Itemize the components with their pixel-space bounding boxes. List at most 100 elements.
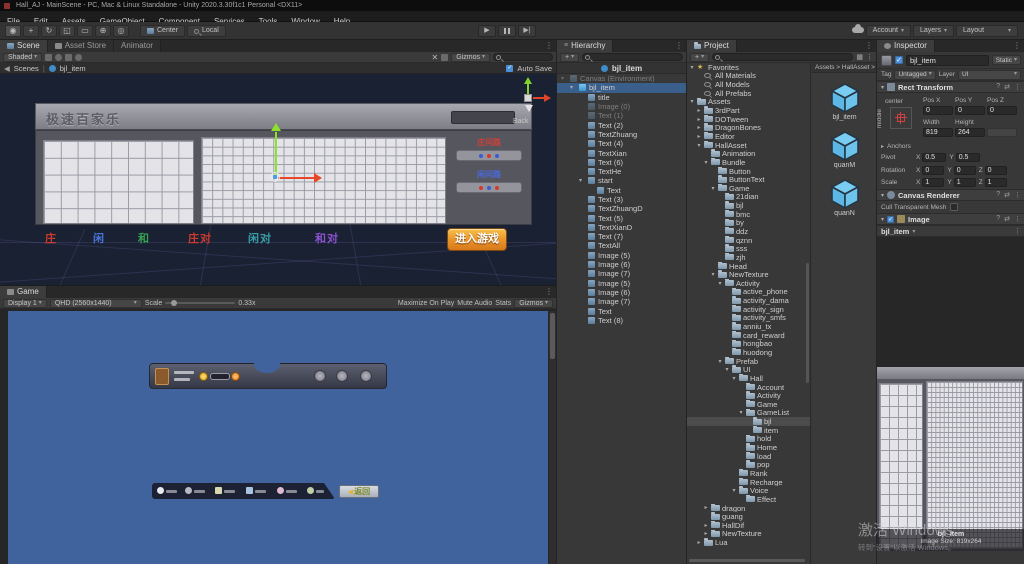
project-folder-bjl[interactable]: bjl	[687, 201, 810, 210]
hierarchy-item-image-7[interactable]: Image (7)	[557, 297, 686, 306]
scale-x-field[interactable]: 1	[922, 178, 944, 187]
game-viewport[interactable]: ◀返回	[0, 309, 556, 564]
help-icon[interactable]: ?	[996, 83, 1000, 91]
expand-arrow-icon[interactable]: ▸	[696, 107, 702, 114]
project-folder-active-phone[interactable]: active_phone	[687, 288, 810, 297]
gameobject-name-field[interactable]: bjl_item	[906, 55, 989, 66]
hierarchy-item-text[interactable]: Text	[557, 186, 686, 195]
bottom-icon-3[interactable]	[215, 487, 222, 494]
rect-transform-header[interactable]: ▾ Rect Transform ?⇄⋮	[877, 81, 1024, 93]
step-button[interactable]: ▶|	[518, 25, 536, 37]
move-tool-icon[interactable]: +	[23, 25, 39, 37]
back-chevron-icon[interactable]: ◀	[4, 64, 10, 73]
tab-project[interactable]: Project	[687, 40, 737, 52]
camera-icon[interactable]	[441, 54, 448, 61]
cull-transparent-checkbox[interactable]	[950, 203, 958, 211]
tab-scene[interactable]: Scene	[0, 40, 48, 52]
expand-arrow-icon[interactable]: ▾	[717, 358, 723, 365]
rotation-x-field[interactable]: 0	[922, 166, 944, 175]
project-folder-lua[interactable]: ▸Lua	[687, 538, 810, 547]
image-enabled-checkbox[interactable]: ✓	[887, 216, 894, 223]
rotation-z-field[interactable]: 0	[985, 166, 1007, 175]
hierarchy-item-image-6[interactable]: Image (6)	[557, 260, 686, 269]
project-folder-activity-smfs[interactable]: activity_smfs	[687, 314, 810, 323]
expand-arrow-icon[interactable]: ▾	[561, 75, 567, 82]
scale-slider-knob[interactable]	[171, 300, 177, 306]
expand-arrow-icon[interactable]: ▾	[579, 177, 585, 184]
anchors-foldout[interactable]: ▸ Anchors	[881, 143, 911, 150]
project-menu-icon[interactable]: ⋮	[865, 41, 873, 50]
expand-arrow-icon[interactable]: ▾	[724, 366, 730, 373]
presets-icon[interactable]: ⇄	[1004, 215, 1010, 223]
back-button[interactable]: ◀返回	[339, 485, 379, 498]
project-folder-activity[interactable]: Activity	[687, 391, 810, 400]
project-folder-buttontext[interactable]: ButtonText	[687, 175, 810, 184]
axis-gizmo-cube[interactable]	[524, 94, 532, 102]
project-folder-hall[interactable]: ▾Hall	[687, 374, 810, 383]
help-icon[interactable]: ?	[996, 191, 1000, 199]
hierarchy-item-text-6[interactable]: Text (6)	[557, 158, 686, 167]
isolation-icon[interactable]: ✕	[432, 53, 439, 62]
project-folder-bmc[interactable]: bmc	[687, 210, 810, 219]
pos-x-field[interactable]: 0	[923, 106, 953, 115]
project-folder-assets[interactable]: ▾Assets	[687, 98, 810, 107]
pos-z-field[interactable]: 0	[987, 106, 1017, 115]
hierarchy-item-text-5[interactable]: Text (5)	[557, 213, 686, 222]
project-folder-button[interactable]: Button	[687, 167, 810, 176]
expand-arrow-icon[interactable]: ▾	[703, 159, 709, 166]
bottom-icon-1[interactable]	[157, 487, 164, 494]
layers-dropdown[interactable]: Layers▾	[913, 25, 954, 37]
hierarchy-add-button[interactable]: +▾	[560, 53, 579, 62]
component-menu-icon[interactable]: ⋮	[1014, 215, 1021, 223]
breadcrumb-scenes[interactable]: Scenes	[14, 64, 39, 73]
project-folder-game[interactable]: ▾Game	[687, 184, 810, 193]
scene-menu-icon[interactable]: ⋮	[545, 41, 553, 50]
component-menu-icon[interactable]: ⋮	[1014, 191, 1021, 199]
project-folder-voice[interactable]: ▾Voice	[687, 486, 810, 495]
pivot-y-field[interactable]: 0.5	[956, 153, 980, 162]
add-coins-button[interactable]	[231, 372, 240, 381]
expand-arrow-icon[interactable]: ▾	[689, 98, 695, 105]
hierarchy-item-bjl-item[interactable]: ▾bjl_item	[557, 83, 686, 92]
hierarchy-item-title[interactable]: title	[557, 93, 686, 102]
project-folder-bjl[interactable]: bjl	[687, 417, 810, 426]
presets-icon[interactable]: ⇄	[1004, 83, 1010, 91]
project-folder-home[interactable]: Home	[687, 443, 810, 452]
project-folder-effect[interactable]: Effect	[687, 495, 810, 504]
hierarchy-item-text-2[interactable]: Text (2)	[557, 120, 686, 129]
pos-y-field[interactable]: 0	[955, 106, 985, 115]
tab-asset-store[interactable]: Asset Store	[48, 40, 114, 52]
project-folder-gamelist[interactable]: ▾GameList	[687, 409, 810, 418]
hierarchy-item-textall[interactable]: TextAll	[557, 241, 686, 250]
hud-icon-2[interactable]	[336, 370, 348, 382]
scale-tool-icon[interactable]: ◱	[59, 25, 75, 37]
project-folder-ui[interactable]: ▾UI	[687, 365, 810, 374]
project-folder-huodong[interactable]: huodong	[687, 348, 810, 357]
project-folder-newtexture[interactable]: ▸NewTexture	[687, 530, 810, 539]
tab-game[interactable]: Game	[0, 286, 47, 298]
mute-audio-toggle[interactable]: Mute Audio	[457, 300, 492, 307]
hierarchy-item-image-5[interactable]: Image (5)	[557, 251, 686, 260]
tab-animator[interactable]: Animator	[114, 40, 161, 52]
hierarchy-search-input[interactable]	[582, 53, 683, 61]
lock-icon[interactable]: ⋮	[866, 53, 873, 61]
project-folder-head[interactable]: Head	[687, 262, 810, 271]
hand-tool-icon[interactable]: ◉	[5, 25, 21, 37]
project-folder-rank[interactable]: Rank	[687, 469, 810, 478]
game-menu-icon[interactable]: ⋮	[545, 287, 553, 296]
project-folder-editor[interactable]: ▸Editor	[687, 132, 810, 141]
project-folder-by[interactable]: by	[687, 219, 810, 228]
static-dropdown[interactable]: Static▾	[992, 55, 1021, 65]
scene-search-input[interactable]	[493, 53, 553, 61]
hierarchy-item-image-0[interactable]: Image (0)	[557, 102, 686, 111]
tag-dropdown[interactable]: Untagged▾	[894, 70, 935, 80]
expand-arrow-icon[interactable]: ▾	[731, 487, 737, 494]
project-folder-all-materials[interactable]: All Materials	[687, 72, 810, 81]
preview-header[interactable]: bjl_item▾ ⋮	[877, 225, 1024, 237]
tab-hierarchy[interactable]: ≡ Hierarchy	[557, 40, 613, 52]
custom-tool-icon[interactable]: ◎	[113, 25, 129, 37]
expand-arrow-icon[interactable]: ▸	[703, 504, 709, 511]
rect-tool-icon[interactable]: ▭	[77, 25, 93, 37]
project-folder-21dian[interactable]: 21dian	[687, 193, 810, 202]
project-add-button[interactable]: +▾	[690, 53, 709, 62]
